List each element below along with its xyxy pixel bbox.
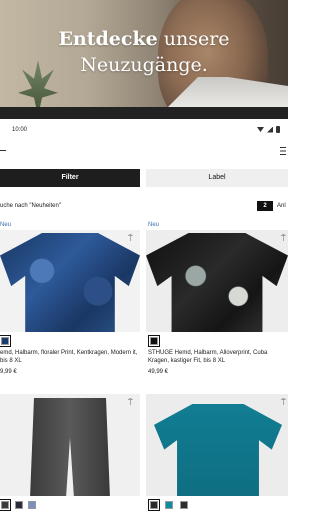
- back-icon[interactable]: [0, 150, 6, 151]
- label-button[interactable]: Label: [146, 169, 288, 187]
- status-time: 10:00: [12, 127, 28, 133]
- product-image[interactable]: [146, 394, 288, 496]
- hero-banner[interactable]: Entdecke unsere Neuzugänge.: [0, 0, 288, 107]
- hanger-icon[interactable]: ⍑: [281, 398, 286, 408]
- shirt-photo: [154, 404, 282, 496]
- app-navbar: [0, 141, 288, 163]
- count-label: Anl: [277, 203, 286, 209]
- jeans-photo: [30, 398, 110, 496]
- product-image[interactable]: [0, 230, 140, 332]
- wifi-icon: [257, 127, 264, 132]
- color-swatch[interactable]: [28, 501, 36, 509]
- color-swatch[interactable]: [0, 499, 11, 511]
- hanger-icon[interactable]: ⍑: [281, 234, 286, 244]
- color-swatch[interactable]: [15, 501, 23, 509]
- status-bar: 10:00: [0, 119, 288, 141]
- battery-icon: [276, 126, 280, 133]
- product-image[interactable]: [0, 394, 140, 496]
- divider-band: [0, 107, 288, 119]
- product-price: 9,99 €: [0, 369, 17, 375]
- filter-button[interactable]: Filter: [0, 169, 140, 187]
- hanger-icon[interactable]: ⍑: [128, 234, 133, 244]
- menu-icon[interactable]: [280, 147, 286, 155]
- search-info-text: uche nach "Neuheiten": [0, 203, 61, 209]
- product-price: 49,99 €: [148, 369, 169, 375]
- color-swatch[interactable]: [0, 335, 11, 347]
- new-badge: Neu: [148, 222, 160, 228]
- color-swatch[interactable]: [180, 501, 188, 509]
- color-swatch[interactable]: [148, 499, 160, 511]
- count-value: 2: [257, 201, 273, 211]
- product-title[interactable]: emd, Halbarm, floraler Print, Kentkragen…: [0, 349, 140, 365]
- product-image[interactable]: [146, 230, 288, 332]
- hero-headline: Entdecke unsere Neuzugänge.: [58, 28, 230, 76]
- new-badge: Neu: [0, 222, 12, 228]
- result-count: 2 Anl: [257, 201, 286, 211]
- hanger-icon[interactable]: ⍑: [128, 398, 133, 408]
- color-swatch[interactable]: [165, 501, 173, 509]
- product-title[interactable]: STHUGE Hemd, Halbarm, Alloverprint, Cuba…: [148, 349, 288, 365]
- signal-icon: [267, 126, 273, 133]
- color-swatch[interactable]: [148, 335, 160, 347]
